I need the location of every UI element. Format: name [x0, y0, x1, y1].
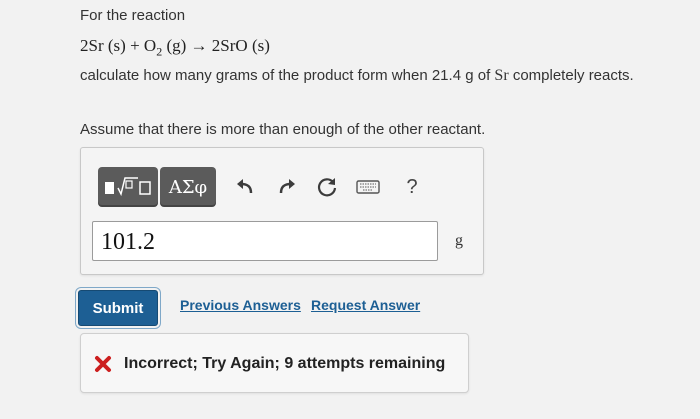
eq-coef: 2	[80, 36, 89, 55]
eq-reactant-sr: Sr	[88, 36, 104, 55]
reaction-equation: 2Sr (s) + O2 (g) → 2SrO (s)	[80, 36, 270, 59]
templates-button[interactable]	[98, 167, 158, 207]
assumption-text: Assume that there is more than enough of…	[80, 121, 486, 138]
redo-icon[interactable]	[274, 175, 300, 199]
reset-icon[interactable]	[314, 175, 340, 199]
eq-arrow: →	[190, 36, 208, 55]
answer-unit: g	[455, 232, 463, 249]
eq-plus: +	[130, 36, 140, 55]
eq-state: (s)	[251, 36, 270, 55]
request-answer-link[interactable]: Request Answer	[311, 297, 420, 313]
feedback-message: Incorrect; Try Again; 9 attempts remaini…	[124, 355, 446, 372]
eq-state: (g)	[166, 36, 187, 55]
undo-icon[interactable]	[232, 175, 258, 199]
eq-product: 2SrO	[211, 36, 248, 55]
answer-input[interactable]: 101.2	[92, 221, 438, 261]
problem-intro: For the reaction	[80, 7, 186, 24]
incorrect-x-icon	[95, 356, 111, 372]
question-text: calculate how many grams of the product …	[80, 67, 634, 84]
templates-icon	[105, 177, 151, 197]
submit-button[interactable]: Submit	[78, 290, 158, 326]
previous-answers-link[interactable]: Previous Answers	[180, 297, 301, 313]
eq-state: (s)	[107, 36, 126, 55]
help-icon[interactable]: ?	[399, 175, 425, 199]
keyboard-icon[interactable]	[355, 175, 381, 199]
math-toolbar: ΑΣφ ?	[98, 167, 428, 207]
greek-symbols-button[interactable]: ΑΣφ	[160, 167, 216, 207]
eq-reactant-o2: O2	[143, 36, 163, 59]
